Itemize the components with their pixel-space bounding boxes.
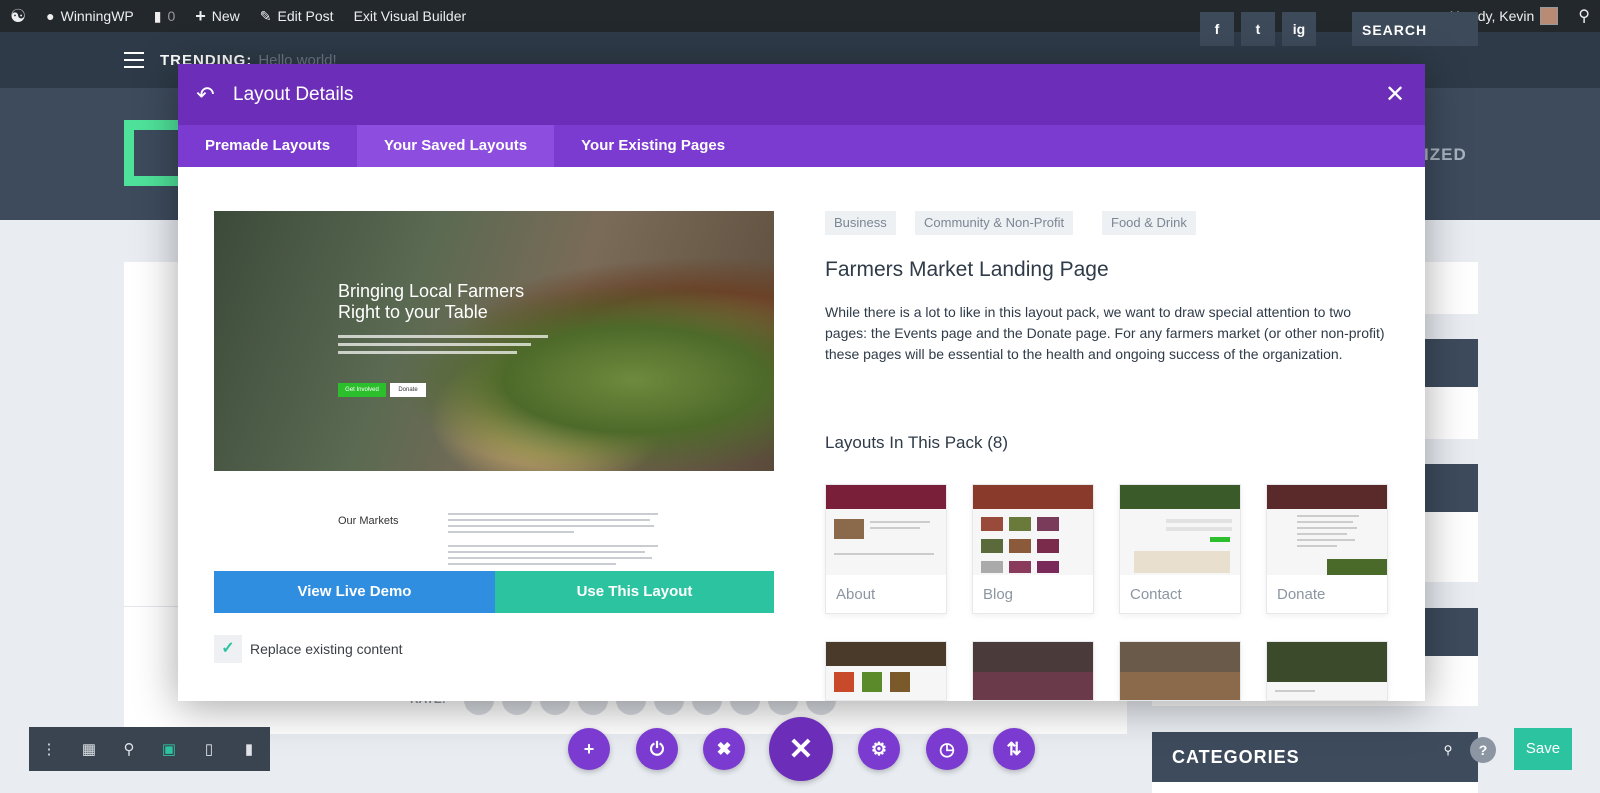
pack-layout-7[interactable] (1119, 641, 1241, 701)
pack-layout-6[interactable] (972, 641, 1094, 701)
preview-hero: Bringing Local Farmers Right to your Tab… (214, 211, 774, 471)
replace-content-label: Replace existing content (250, 641, 403, 657)
import-export-icon: ⇅ (1006, 738, 1022, 759)
tag-business[interactable]: Business (825, 211, 896, 235)
preview-section-title: Our Markets (338, 515, 399, 527)
exit-builder-label: Exit Visual Builder (353, 8, 467, 24)
phone-view-icon[interactable]: ▮ (229, 727, 269, 771)
back-arrow-icon[interactable]: ↶ (178, 82, 233, 108)
comments-link[interactable]: ▮ 0 (144, 0, 186, 32)
tab-premade-layouts[interactable]: Premade Layouts (178, 125, 357, 167)
layout-title: Farmers Market Landing Page (825, 258, 1109, 281)
avatar (1540, 7, 1559, 25)
layout-details-modal: ↶ Layout Details ✕ Premade Layouts Your … (178, 64, 1425, 701)
close-icon: ✕ (788, 732, 814, 766)
preview-hero-button-2: Donate (390, 383, 426, 397)
edit-post-link[interactable]: ✎ Edit Post (250, 0, 344, 32)
pack-layout-5[interactable] (825, 641, 947, 701)
save-button[interactable]: Save (1514, 728, 1572, 770)
history-button[interactable]: ◷ (926, 728, 968, 770)
nav-item-fragment[interactable]: IZED (1424, 145, 1467, 165)
pack-layout-label: About (836, 586, 876, 603)
pack-layout-label: Contact (1130, 586, 1182, 603)
desktop-view-icon[interactable]: ▣ (149, 727, 189, 771)
pack-layout-label: Blog (983, 586, 1014, 603)
pack-title: Layouts In This Pack (8) (825, 433, 1008, 452)
site-search-placeholder: SEARCH (1362, 22, 1428, 38)
check-icon: ✓ (221, 640, 235, 657)
page-settings-button[interactable]: ⚙ (858, 728, 900, 770)
clear-layout-button[interactable]: ✖ (703, 728, 745, 770)
comment-icon: ▮ (153, 7, 162, 24)
view-live-demo-button[interactable]: View Live Demo (214, 571, 495, 613)
pack-layout-about[interactable]: About (825, 484, 947, 614)
admin-search-icon[interactable]: ⚲ (1568, 0, 1600, 32)
more-options-icon[interactable]: ⋮ (29, 727, 69, 771)
portability-button[interactable]: ⇅ (993, 728, 1035, 770)
pencil-icon: ✎ (259, 7, 272, 24)
pack-layout-blog[interactable]: Blog (972, 484, 1094, 614)
thumbnail-image (826, 485, 946, 575)
use-this-layout-button[interactable]: Use This Layout (495, 571, 774, 613)
site-name: WinningWP (60, 8, 134, 24)
thumbnail-image (1120, 485, 1240, 575)
thumbnail-image (1267, 642, 1387, 700)
site-name-link[interactable]: ● WinningWP (36, 0, 144, 32)
new-content-link[interactable]: + New (185, 0, 250, 32)
instagram-icon[interactable]: ig (1282, 12, 1316, 46)
tag-community-non-profit[interactable]: Community & Non-Profit (915, 211, 1074, 235)
wordpress-logo-icon[interactable]: ☯ (0, 0, 36, 32)
modal-tabs: Premade Layouts Your Saved Layouts Your … (178, 125, 1425, 167)
modal-header: ↶ Layout Details ✕ (178, 64, 1425, 125)
search-icon[interactable]: ⚲ (1435, 737, 1461, 763)
pack-layout-label: Donate (1277, 586, 1326, 603)
close-icon[interactable]: ✕ (1365, 80, 1425, 109)
tab-your-saved-layouts[interactable]: Your Saved Layouts (357, 125, 555, 167)
wireframe-view-icon[interactable]: ▦ (69, 727, 109, 771)
site-search-input[interactable]: SEARCH (1352, 12, 1478, 46)
zoom-icon[interactable]: ⚲ (109, 727, 149, 771)
thumbnail-image (973, 642, 1093, 700)
facebook-icon[interactable]: f (1200, 12, 1234, 46)
thumbnail-image (1267, 485, 1387, 575)
history-icon: ◷ (939, 738, 955, 759)
preview-hero-title: Bringing Local Farmers Right to your Tab… (338, 281, 525, 322)
tab-your-existing-pages[interactable]: Your Existing Pages (554, 125, 752, 167)
dashboard-icon: ● (46, 8, 55, 24)
categories-widget-body (1152, 782, 1478, 793)
add-layout-button[interactable]: + (568, 728, 610, 770)
layout-preview-image: Bringing Local Farmers Right to your Tab… (214, 211, 774, 571)
pack-layout-donate[interactable]: Donate (1266, 484, 1388, 614)
preview-hero-text (338, 335, 548, 365)
preview-hero-button-1: Get Involved (338, 383, 386, 397)
save-to-library-button[interactable]: ⏻ (636, 728, 678, 770)
tablet-view-icon[interactable]: ▯ (189, 727, 229, 771)
tag-food-drink[interactable]: Food & Drink (1102, 211, 1196, 235)
power-icon: ⏻ (649, 738, 665, 759)
gear-icon: ⚙ (870, 738, 888, 759)
pack-layout-contact[interactable]: Contact (1119, 484, 1241, 614)
thumbnail-image (973, 485, 1093, 575)
preview-section-text (448, 513, 658, 569)
menu-icon[interactable] (124, 52, 144, 68)
close-settings-button[interactable]: ✕ (769, 717, 833, 781)
plus-icon: + (583, 738, 595, 759)
help-icon[interactable]: ? (1470, 737, 1496, 763)
trash-icon: ✖ (716, 738, 732, 759)
twitter-icon[interactable]: t (1241, 12, 1275, 46)
thumbnail-image (826, 642, 946, 700)
pack-layout-8[interactable] (1266, 641, 1388, 701)
new-label: New (211, 8, 240, 24)
layout-description: While there is a lot to like in this lay… (825, 304, 1385, 362)
thumbnail-image (1120, 642, 1240, 700)
comments-count: 0 (167, 8, 176, 24)
exit-visual-builder-link[interactable]: Exit Visual Builder (344, 0, 477, 32)
categories-widget-title: CATEGORIES (1152, 732, 1478, 782)
modal-title: Layout Details (233, 83, 354, 105)
edit-post-label: Edit Post (277, 8, 334, 24)
replace-content-checkbox[interactable]: ✓ (214, 635, 242, 663)
builder-view-toolbar: ⋮ ▦ ⚲ ▣ ▯ ▮ (29, 727, 270, 771)
plus-icon: + (195, 5, 206, 26)
